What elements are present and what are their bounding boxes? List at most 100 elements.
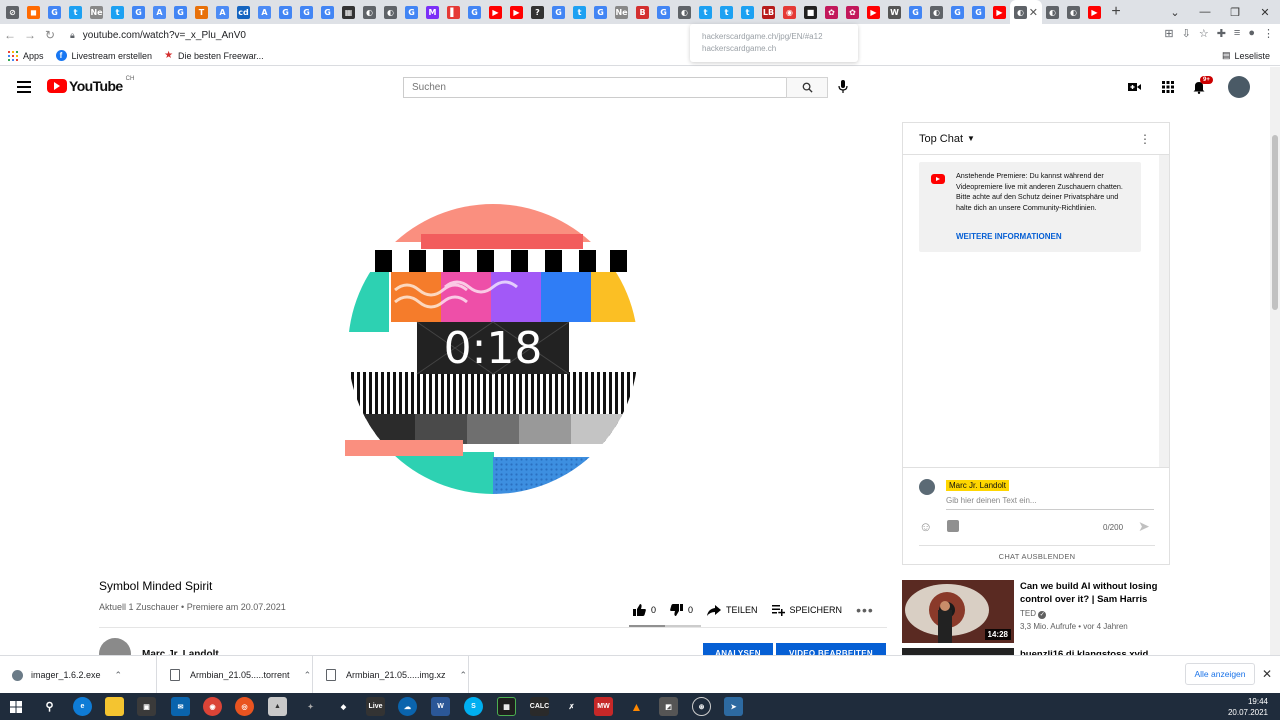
browser-tab[interactable]: ◐ <box>1063 1 1084 23</box>
browser-tab[interactable]: ✿ <box>821 1 842 23</box>
tab-search-icon[interactable]: ⌄ <box>1160 6 1190 19</box>
app-icon[interactable]: ◩ <box>659 697 678 716</box>
ubuntu-icon[interactable]: ◎ <box>235 697 254 716</box>
close-window-icon[interactable]: ✕ <box>1250 6 1280 19</box>
browser-tab[interactable]: G <box>464 1 485 23</box>
apps-icon[interactable] <box>1162 81 1174 93</box>
video-title[interactable]: Can we build AI without losing control o… <box>1020 580 1160 606</box>
new-tab-button[interactable]: + <box>1105 3 1127 21</box>
browser-tab[interactable]: ▶ <box>863 1 884 23</box>
chevron-up-icon[interactable]: ⌃ <box>304 670 312 681</box>
video-thumbnail[interactable] <box>902 648 1014 655</box>
install-icon[interactable]: ⇩ <box>1182 27 1191 40</box>
browser-tab[interactable]: t <box>65 1 86 23</box>
browser-tab[interactable]: A <box>254 1 275 23</box>
app-icon[interactable]: ☁ <box>398 697 417 716</box>
browser-tab[interactable]: ◐ <box>359 1 380 23</box>
url-field[interactable]: youtube.com/watch?v=_x_Plu_AnV0 <box>83 30 246 41</box>
bookmark-apps[interactable]: Apps <box>8 50 44 61</box>
app-icon[interactable]: ✦ <box>301 697 320 716</box>
browser-tab[interactable]: G <box>590 1 611 23</box>
app-icon[interactable]: ⊛ <box>692 697 711 716</box>
browser-tab[interactable]: G <box>170 1 191 23</box>
system-clock[interactable]: 19:44 20.07.2021 <box>1228 696 1268 718</box>
browser-tab[interactable]: ■ <box>800 1 821 23</box>
star-icon[interactable]: ☆ <box>1199 27 1209 40</box>
browser-tab[interactable]: M <box>422 1 443 23</box>
download-item[interactable]: Armbian_21.05.....img.xz ⌃ <box>314 656 469 694</box>
recommendation-item[interactable]: 14:28 Can we build AI without losing con… <box>902 580 1160 643</box>
chrome-icon[interactable]: ◉ <box>203 697 222 716</box>
reading-list-button[interactable]: ▤ Leseliste <box>1222 50 1270 61</box>
app-icon[interactable]: MW <box>594 697 613 716</box>
store-icon[interactable]: ▣ <box>137 697 156 716</box>
browser-tab[interactable]: ⊘ <box>2 1 23 23</box>
url-suggestion-popup[interactable]: hackerscardgame.ch/jpg/EN/#a12 hackersca… <box>690 24 858 62</box>
hide-chat-button[interactable]: CHAT AUSBLENDEN <box>919 545 1155 565</box>
create-video-icon[interactable] <box>1128 82 1141 92</box>
browser-tab[interactable]: ▶ <box>1084 1 1105 23</box>
app-icon[interactable]: ◆ <box>334 697 353 716</box>
forward-icon[interactable]: → <box>20 28 40 42</box>
browser-tab[interactable]: ◐ <box>380 1 401 23</box>
search-button[interactable] <box>786 77 828 98</box>
browser-tab[interactable]: ▦ <box>338 1 359 23</box>
edge-icon[interactable]: e <box>73 697 92 716</box>
browser-tab[interactable]: t <box>569 1 590 23</box>
browser-tab[interactable]: W <box>884 1 905 23</box>
channel-name[interactable]: TED ✓ <box>1020 609 1160 619</box>
chevron-up-icon[interactable]: ⌃ <box>460 670 468 681</box>
app-icon[interactable]: ➤ <box>724 697 743 716</box>
browser-tab[interactable]: G <box>275 1 296 23</box>
browser-tab[interactable]: G <box>653 1 674 23</box>
more-actions-icon[interactable]: ••• <box>856 602 874 618</box>
browser-tab[interactable]: ▶ <box>506 1 527 23</box>
browser-tab[interactable]: ▶ <box>989 1 1010 23</box>
user-avatar[interactable] <box>1228 76 1250 98</box>
browser-tab[interactable]: G <box>128 1 149 23</box>
hamburger-menu-icon[interactable] <box>17 81 31 93</box>
browser-tab[interactable]: ◉ <box>779 1 800 23</box>
browser-tab[interactable]: Ne <box>86 1 107 23</box>
app-icon[interactable]: ✗ <box>562 697 581 716</box>
active-browser-tab[interactable]: ◐ ✕ <box>1010 0 1042 24</box>
app-icon[interactable]: CALC <box>530 697 549 716</box>
video-player[interactable]: 0:18 <box>99 122 887 565</box>
restore-icon[interactable]: ❐ <box>1220 6 1250 19</box>
page-scrollbar[interactable] <box>1270 67 1280 655</box>
send-icon[interactable]: ➤ <box>1138 518 1150 535</box>
back-icon[interactable]: ← <box>0 28 20 42</box>
video-thumbnail[interactable]: 14:28 <box>902 580 1014 643</box>
browser-tab[interactable]: t <box>107 1 128 23</box>
browser-tab[interactable]: G <box>947 1 968 23</box>
microphone-icon[interactable] <box>838 80 848 94</box>
browser-tab[interactable]: t <box>737 1 758 23</box>
browser-tab[interactable]: ◼ <box>23 1 44 23</box>
search-input[interactable]: Suchen <box>403 77 787 98</box>
chat-menu-icon[interactable]: ⋮ <box>1139 132 1151 146</box>
chat-header[interactable]: Top Chat ▼ <box>903 123 1169 155</box>
browser-tab[interactable]: T <box>191 1 212 23</box>
browser-tab[interactable]: ▌ <box>443 1 464 23</box>
app-icon[interactable]: ▲ <box>268 697 287 716</box>
app-icon[interactable]: ▦ <box>497 697 516 716</box>
browser-tab[interactable]: LB <box>758 1 779 23</box>
browser-tab[interactable]: ◐ <box>674 1 695 23</box>
poll-icon[interactable] <box>947 520 959 532</box>
browser-tab[interactable]: ? <box>527 1 548 23</box>
mail-icon[interactable]: ✉ <box>171 697 190 716</box>
close-tab-icon[interactable]: ✕ <box>1029 6 1038 19</box>
chat-scrollbar[interactable] <box>1159 155 1169 467</box>
browser-tab[interactable]: G <box>905 1 926 23</box>
skype-icon[interactable]: S <box>464 697 483 716</box>
browser-tab[interactable]: cd <box>233 1 254 23</box>
file-explorer-icon[interactable] <box>105 697 124 716</box>
browser-tab[interactable]: ◐ <box>1042 1 1063 23</box>
close-icon[interactable]: ✕ <box>1262 667 1272 681</box>
browser-tab[interactable]: t <box>695 1 716 23</box>
windows-start-icon[interactable] <box>10 701 22 713</box>
save-button[interactable]: SPEICHERN <box>771 604 842 616</box>
search-icon[interactable]: ⚲ <box>40 697 59 716</box>
bookmark-livestream[interactable]: f Livestream erstellen <box>55 50 152 61</box>
download-item[interactable]: imager_1.6.2.exe ⌃ <box>0 656 157 694</box>
